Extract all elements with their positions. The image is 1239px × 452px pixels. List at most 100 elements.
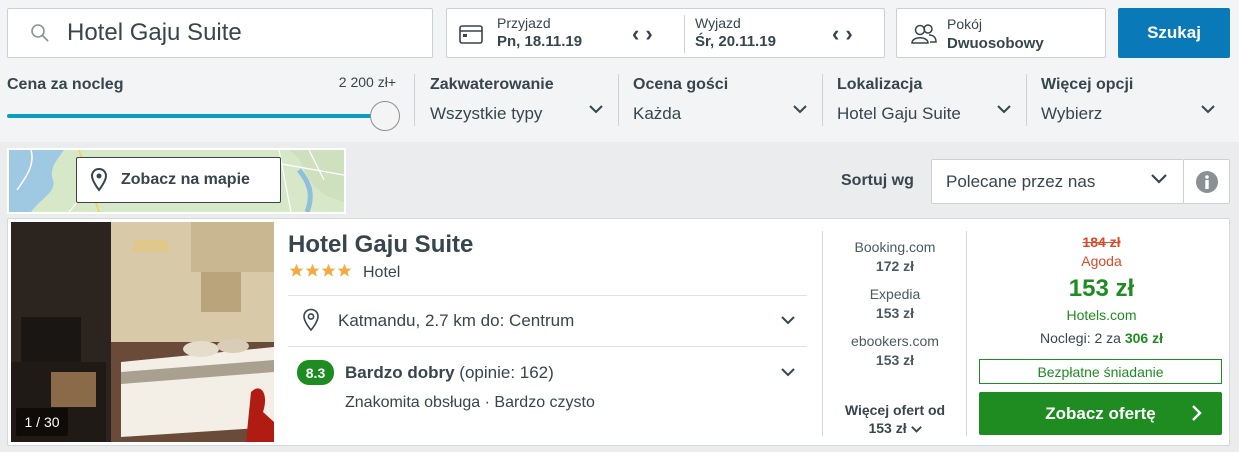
- rating-highlights: Znakomita obsługa · Bardzo czysto: [345, 394, 595, 411]
- sort-select[interactable]: Polecane przez nas: [931, 159, 1184, 204]
- more-offers-price: 153 zł: [868, 420, 907, 436]
- checkout-field[interactable]: Wyjazd Śr, 20.11.19: [695, 15, 776, 50]
- accommodation-filter-value: Wszystkie typy: [430, 104, 543, 123]
- show-map-button[interactable]: Zobacz na mapie: [76, 157, 281, 203]
- divider: [618, 74, 619, 126]
- checkin-field[interactable]: Przyjazd Pn, 18.11.19: [497, 15, 582, 50]
- star-icon: [337, 263, 352, 277]
- free-breakfast-badge: Bezpłatne śniadanie: [979, 359, 1222, 384]
- search-icon: [31, 24, 49, 42]
- rating-badge: 8.3: [297, 360, 334, 385]
- best-price-source[interactable]: Hotels.com: [973, 307, 1230, 323]
- chevron-down-icon[interactable]: [781, 368, 795, 377]
- location-filter[interactable]: Lokalizacja Hotel Gaju Suite: [837, 74, 1012, 134]
- rating-filter[interactable]: Ocena gości Każda: [633, 74, 808, 134]
- map-pin-icon: [91, 168, 107, 192]
- nights-label: Noclegi: 2 za: [1040, 330, 1121, 346]
- offer-booking[interactable]: Booking.com 172 zł: [824, 239, 966, 274]
- show-map-label: Zobacz na mapie: [121, 171, 250, 188]
- rating-label: Bardzo dobry: [345, 363, 455, 382]
- divider: [822, 74, 823, 126]
- view-deal-button[interactable]: Zobacz ofertę: [979, 392, 1222, 435]
- old-price-source: Agoda: [1081, 253, 1122, 269]
- nights-total: Noclegi: 2 za 306 zł: [973, 330, 1230, 346]
- price-slider-track[interactable]: [7, 114, 387, 118]
- chevron-down-icon[interactable]: [781, 316, 795, 325]
- chevron-right-icon[interactable]: ›: [645, 21, 658, 46]
- location-filter-value: Hotel Gaju Suite: [837, 104, 961, 123]
- star-icon: [305, 263, 320, 277]
- price-filter-title: Cena za nocleg: [7, 76, 124, 93]
- hotel-location[interactable]: Katmandu, 2.7 km do: Centrum: [338, 311, 574, 331]
- divider: [1026, 74, 1027, 126]
- offer-ebookers[interactable]: ebookers.com 153 zł: [824, 333, 966, 368]
- sort-label: Sortuj wg: [841, 172, 914, 189]
- chevron-right-icon[interactable]: ›: [845, 21, 858, 46]
- location-pin-icon: [303, 308, 319, 332]
- more-offers-button[interactable]: Więcej ofert od 153 zł: [824, 401, 966, 437]
- checkout-label: Wyjazd: [695, 15, 741, 31]
- more-offers-label: Więcej ofert od: [844, 402, 946, 418]
- star-icon: [321, 263, 336, 277]
- checkin-value: Pn, 18.11.19: [497, 33, 583, 50]
- hotel-card: 1 / 30 Hotel Gaju Suite Hotel Katmandu, …: [7, 218, 1230, 446]
- location-filter-title: Lokalizacja: [837, 76, 923, 93]
- hotel-photo[interactable]: 1 / 30: [11, 222, 274, 442]
- sort-value: Polecane przez nas: [946, 172, 1096, 191]
- checkin-label: Przyjazd: [497, 15, 551, 31]
- info-icon: [1196, 171, 1218, 193]
- view-deal-label: Zobacz ofertę: [1045, 403, 1156, 423]
- divider: [414, 74, 415, 126]
- offer-price: 153 zł: [875, 305, 915, 321]
- divider: [822, 231, 823, 436]
- star-icon: [289, 263, 304, 277]
- accommodation-filter[interactable]: Zakwaterowanie Wszystkie typy: [430, 74, 605, 134]
- offer-provider: ebookers.com: [851, 333, 939, 349]
- more-options-value: Wybierz: [1041, 104, 1103, 123]
- date-picker[interactable]: Przyjazd Pn, 18.11.19 ‹› Wyjazd Śr, 20.1…: [446, 8, 885, 58]
- calendar-icon: [459, 25, 483, 44]
- chevron-down-icon: [589, 105, 603, 114]
- more-options-filter[interactable]: Więcej opcji Wybierz: [1041, 74, 1226, 134]
- star-rating: [289, 263, 352, 278]
- chevron-down-icon: [793, 105, 807, 114]
- chevron-right-icon: [1192, 405, 1202, 421]
- rating-filter-value: Każda: [633, 104, 682, 123]
- search-input[interactable]: Hotel Gaju Suite: [7, 8, 433, 58]
- divider: [288, 346, 807, 347]
- chevron-down-icon: [997, 105, 1011, 114]
- map-preview[interactable]: Zobacz na mapie: [7, 148, 346, 214]
- old-price: 184 zł: [1082, 234, 1121, 250]
- chevron-down-icon: [1201, 105, 1215, 114]
- rating-filter-title: Ocena gości: [633, 76, 729, 93]
- checkout-value: Śr, 20.11.19: [695, 33, 776, 50]
- checkout-arrows[interactable]: ‹›: [832, 21, 859, 47]
- offer-price: 153 zł: [875, 352, 915, 368]
- hotel-type: Hotel: [363, 264, 401, 281]
- price-slider-handle[interactable]: [370, 101, 400, 131]
- offer-provider: Booking.com: [854, 239, 936, 255]
- chevron-left-icon[interactable]: ‹: [632, 21, 645, 46]
- divider: [966, 231, 967, 436]
- accommodation-filter-title: Zakwaterowanie: [430, 76, 554, 93]
- hotel-name[interactable]: Hotel Gaju Suite: [288, 231, 473, 259]
- offer-provider: Expedia: [869, 286, 921, 302]
- people-icon: [911, 24, 937, 44]
- photo-counter: 1 / 30: [16, 408, 68, 436]
- rating-count: (opinie: 162): [459, 363, 554, 382]
- divider: [684, 15, 685, 53]
- chevron-down-icon: [910, 426, 922, 433]
- search-query: Hotel Gaju Suite: [67, 19, 242, 46]
- price-filter: Cena za nocleg 2 200 zł+: [7, 74, 402, 131]
- rooms-label: Pokój: [947, 16, 983, 32]
- price-filter-max: 2 200 zł+: [338, 74, 396, 90]
- room-selector[interactable]: Pokój Dwuosobowy: [896, 8, 1106, 58]
- offer-expedia[interactable]: Expedia 153 zł: [824, 286, 966, 321]
- sort-info-button[interactable]: [1184, 159, 1230, 204]
- rating-summary[interactable]: Bardzo dobry (opinie: 162): [345, 363, 554, 383]
- checkin-arrows[interactable]: ‹›: [632, 21, 659, 47]
- chevron-left-icon[interactable]: ‹: [832, 21, 845, 46]
- more-options-title: Więcej opcji: [1041, 76, 1134, 93]
- best-price[interactable]: 153 zł: [973, 275, 1230, 303]
- search-button[interactable]: Szukaj: [1118, 8, 1230, 58]
